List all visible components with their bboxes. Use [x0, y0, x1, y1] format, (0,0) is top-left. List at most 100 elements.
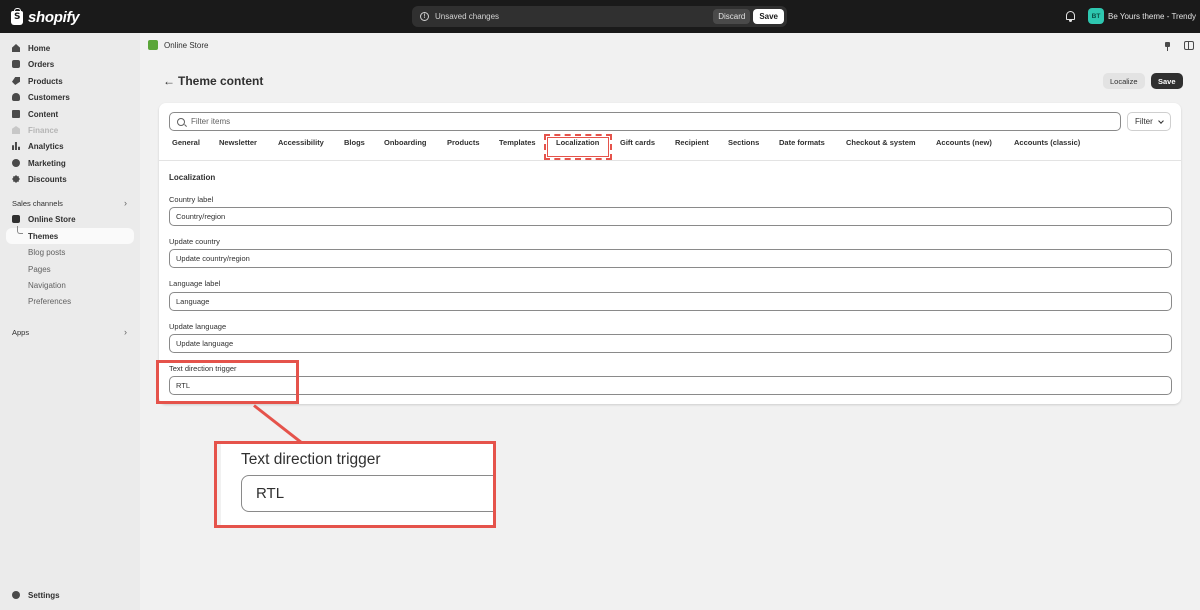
sidebar-item-label: Content — [28, 109, 59, 119]
apps-heading[interactable]: Apps — [12, 328, 29, 337]
sidebar-item-label: Themes — [28, 232, 59, 241]
store-menu[interactable]: BT Be Yours theme - Trendy — [1088, 8, 1196, 24]
zoom-content: Text direction trigger RTL — [221, 444, 493, 525]
zoom-field: RTL — [241, 475, 493, 512]
sidebar-item-finance: Finance — [6, 122, 134, 138]
topbar-save-button[interactable]: Save — [753, 9, 784, 24]
top-bar: shopify ! Unsaved changes Discard Save B… — [0, 0, 1200, 33]
field-highlight-annotation — [156, 360, 299, 404]
tab-gift-cards[interactable]: Gift cards — [620, 138, 655, 147]
field-label-language: Language label — [169, 279, 221, 288]
channel-label: Online Store — [164, 40, 209, 50]
online-store-icon — [148, 40, 158, 50]
tab-sections[interactable]: Sections — [728, 138, 759, 147]
home-icon — [12, 44, 20, 52]
sales-channels-heading: Sales channels — [12, 199, 63, 208]
sidebar-item-online-store[interactable]: Online Store — [6, 211, 134, 227]
tabs-divider — [159, 160, 1181, 161]
tab-date-formats[interactable]: Date formats — [779, 138, 825, 147]
tab-general[interactable]: General — [172, 138, 200, 147]
sidebar-item-blog-posts[interactable]: Blog posts — [28, 248, 65, 257]
back-arrow-icon[interactable]: ← — [163, 74, 175, 88]
sidebar-item-orders[interactable]: Orders — [6, 56, 134, 72]
chevron-down-icon — [1157, 117, 1164, 124]
bell-icon[interactable] — [1066, 11, 1075, 22]
sidebar-item-pages[interactable]: Pages — [28, 265, 51, 274]
sidebar-item-discounts[interactable]: Discounts — [6, 171, 134, 187]
tab-templates[interactable]: Templates — [499, 138, 536, 147]
language-label-field[interactable]: Language — [169, 292, 1172, 311]
sidebar-item-preferences[interactable]: Preferences — [28, 297, 71, 306]
tab-products[interactable]: Products — [447, 138, 480, 147]
unsaved-message: Unsaved changes — [435, 12, 500, 21]
sidebar-item-label: Finance — [28, 125, 59, 135]
chart-icon — [12, 142, 20, 150]
sidebar-item-label: Products — [28, 76, 63, 86]
page-title: Theme content — [178, 74, 264, 88]
sidebar-item-navigation[interactable]: Navigation — [28, 281, 66, 290]
tab-accessibility[interactable]: Accessibility — [278, 138, 324, 147]
tab-blogs[interactable]: Blogs — [344, 138, 365, 147]
store-name: Be Yours theme - Trendy — [1108, 11, 1197, 21]
sidebar-item-settings[interactable]: Settings — [6, 587, 134, 603]
chevron-right-icon[interactable]: › — [124, 198, 127, 208]
sidebar-item-home[interactable]: Home — [6, 40, 134, 56]
tab-accounts-classic[interactable]: Accounts (classic) — [1014, 138, 1080, 147]
update-country-field[interactable]: Update country/region — [169, 249, 1172, 268]
pin-icon[interactable] — [1164, 42, 1171, 51]
channel-breadcrumb: Online Store — [148, 40, 208, 50]
zoom-label: Text direction trigger — [241, 451, 381, 468]
filter-placeholder: Filter items — [191, 117, 231, 126]
sidebar-item-label: Discounts — [28, 174, 67, 184]
sidebar-item-themes[interactable]: Themes — [6, 228, 134, 244]
bank-icon — [12, 126, 20, 134]
tree-connector — [17, 226, 23, 234]
callout-connector — [253, 404, 303, 444]
field-label-update-language: Update language — [169, 322, 227, 331]
tab-newsletter[interactable]: Newsletter — [219, 138, 257, 147]
update-language-field[interactable]: Update language — [169, 334, 1172, 353]
discard-button[interactable]: Discard — [713, 9, 751, 24]
field-label-update-country: Update country — [169, 237, 220, 246]
unsaved-changes-bar: ! Unsaved changes Discard Save — [412, 6, 787, 27]
chevron-right-icon[interactable]: › — [124, 327, 127, 337]
sidebar-item-content[interactable]: Content — [6, 106, 134, 122]
tab-accounts-new[interactable]: Accounts (new) — [936, 138, 992, 147]
target-icon — [12, 159, 20, 167]
localize-button[interactable]: Localize — [1103, 73, 1145, 89]
filter-button[interactable]: Filter — [1127, 112, 1171, 131]
sidebar-item-analytics[interactable]: Analytics — [6, 138, 134, 154]
person-icon — [12, 93, 20, 101]
field-label-country: Country label — [169, 195, 214, 204]
sidebar-toggle-icon[interactable] — [1184, 41, 1194, 50]
content-icon — [12, 110, 20, 118]
sidebar-item-products[interactable]: Products — [6, 73, 134, 89]
active-tab-annotation — [544, 134, 612, 160]
tab-recipient[interactable]: Recipient — [675, 138, 709, 147]
sidebar-item-label: Customers — [28, 92, 70, 102]
store-icon — [12, 215, 20, 223]
sidebar-item-customers[interactable]: Customers — [6, 89, 134, 105]
sidebar-item-label: Marketing — [28, 158, 66, 168]
tag-icon — [12, 77, 20, 85]
filter-button-label: Filter — [1135, 117, 1153, 126]
country-label-field[interactable]: Country/region — [169, 207, 1172, 226]
zoom-callout: Text direction trigger RTL — [214, 441, 496, 528]
tab-checkout-system[interactable]: Checkout & system — [846, 138, 916, 147]
sidebar-item-label: Settings — [28, 590, 60, 600]
shopify-bag-icon — [11, 7, 23, 25]
info-icon: ! — [420, 12, 429, 21]
filter-input[interactable]: Filter items — [169, 112, 1121, 131]
discount-icon — [12, 175, 20, 183]
tab-onboarding[interactable]: Onboarding — [384, 138, 427, 147]
sidebar-item-label: Analytics — [28, 141, 64, 151]
text-direction-field[interactable]: RTL — [169, 376, 1172, 395]
save-button[interactable]: Save — [1151, 73, 1183, 89]
sidebar-item-label: Orders — [28, 59, 55, 69]
section-title: Localization — [169, 173, 216, 182]
store-avatar: BT — [1088, 8, 1104, 24]
sidebar-item-marketing[interactable]: Marketing — [6, 155, 134, 171]
sidebar-item-label: Online Store — [28, 214, 76, 224]
orders-icon — [12, 60, 20, 68]
shopify-logo[interactable]: shopify — [11, 7, 80, 26]
